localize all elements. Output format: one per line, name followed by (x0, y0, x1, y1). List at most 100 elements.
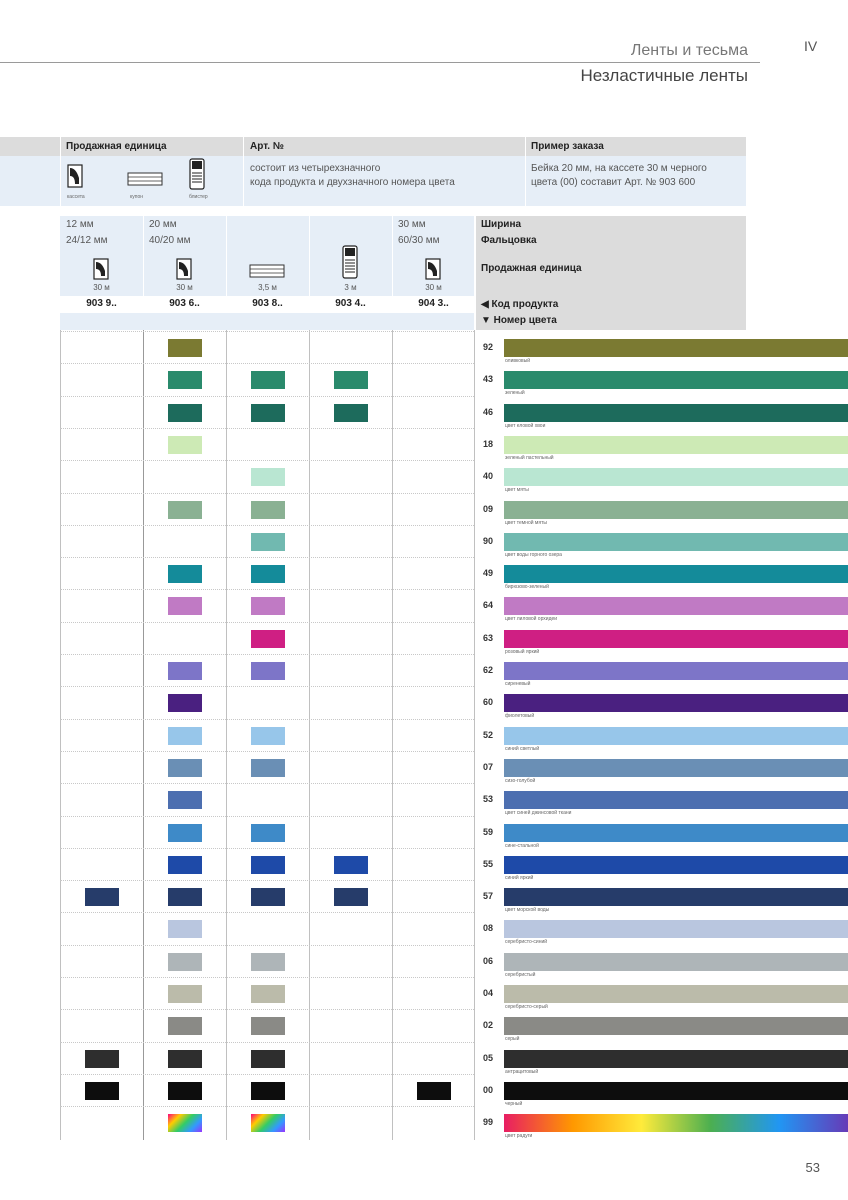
color-name: бирюзово-зеленый (505, 584, 549, 590)
color-number: 92 (483, 342, 494, 352)
color-swatch (251, 1017, 285, 1035)
color-swatch (168, 597, 202, 615)
color-number: 40 (483, 471, 494, 481)
color-bar (504, 533, 848, 551)
color-number: 09 (483, 504, 494, 514)
color-name: сиреневый (505, 681, 531, 687)
row-separator (60, 880, 474, 881)
color-number: 52 (483, 730, 494, 740)
color-swatch (85, 1082, 119, 1100)
row-separator (60, 1074, 474, 1075)
grid-line (474, 330, 475, 1140)
row-separator (60, 493, 474, 494)
legend-width: Ширина (481, 219, 522, 230)
color-swatch (334, 371, 368, 389)
color-name: цвет морской воды (505, 907, 550, 913)
color-bar (504, 920, 848, 938)
color-bar (504, 371, 848, 389)
cassette-icon (176, 258, 192, 280)
column-width: 30 мм (398, 219, 426, 230)
column-code: 903 9.. (86, 298, 117, 309)
color-bar (504, 404, 848, 422)
row-separator (60, 363, 474, 364)
color-name: синий светлый (505, 746, 540, 752)
cassette-label: кассета (67, 194, 85, 200)
coupon-icon (127, 172, 163, 186)
color-number: 57 (483, 891, 494, 901)
color-swatch (168, 565, 202, 583)
color-swatch (251, 759, 285, 777)
color-bar (504, 1114, 848, 1132)
color-swatch (168, 824, 202, 842)
column-code: 903 6.. (169, 298, 200, 309)
color-swatch (168, 404, 202, 422)
color-swatch (251, 662, 285, 680)
row-separator (60, 945, 474, 946)
color-bar (504, 630, 848, 648)
color-swatch (168, 436, 202, 454)
info-unit-heading: Продажная единица (66, 141, 167, 152)
cassette-icon (93, 258, 109, 280)
color-name: фиолетовый (505, 713, 535, 719)
section-subtitle: Незластичные ленты (580, 66, 748, 85)
color-swatch (168, 501, 202, 519)
color-swatch (168, 339, 202, 357)
legend-fold: Фальцовка (481, 235, 537, 246)
column-fold: 40/20 мм (149, 235, 191, 246)
row-separator (60, 460, 474, 461)
color-name: цвет воды горного озера (505, 552, 562, 558)
legend-color: ▼ Номер цвета (481, 315, 557, 326)
color-swatch (251, 371, 285, 389)
color-swatch (251, 630, 285, 648)
column-code: 904 3.. (418, 298, 449, 309)
row-separator (60, 848, 474, 849)
color-name: серебристо-синий (505, 939, 548, 945)
color-swatch (334, 404, 368, 422)
color-name: цвет синей джинсовой ткани (505, 810, 572, 816)
row-separator (60, 751, 474, 752)
column-unit: 3 м (344, 283, 357, 292)
info-art-text-1: состоит из четырехзначного (250, 163, 381, 174)
color-bar (504, 1082, 848, 1100)
row-separator (60, 686, 474, 687)
color-number: 02 (483, 1020, 494, 1030)
color-swatch (168, 694, 202, 712)
color-swatch (251, 565, 285, 583)
color-name: цвет еловой хвои (505, 423, 546, 429)
color-number: 55 (483, 859, 494, 869)
color-number: 99 (483, 1117, 494, 1127)
color-number: 00 (483, 1085, 494, 1095)
color-bar (504, 662, 848, 680)
row-separator (60, 428, 474, 429)
color-bar (504, 1017, 848, 1035)
color-number: 53 (483, 794, 494, 804)
color-bar (504, 953, 848, 971)
color-swatch (168, 371, 202, 389)
grid-line (309, 330, 310, 1140)
blister-icon (189, 158, 205, 190)
row-separator (60, 589, 474, 590)
color-swatch (251, 1082, 285, 1100)
color-swatch (168, 662, 202, 680)
column-code: 903 8.. (252, 298, 283, 309)
column-unit: 30 м (425, 283, 442, 292)
column-width: 20 мм (149, 219, 177, 230)
info-divider (525, 137, 526, 206)
color-swatch (251, 468, 285, 486)
color-name: зеленый (505, 390, 525, 396)
color-swatch (334, 888, 368, 906)
color-number: 05 (483, 1053, 494, 1063)
row-separator (60, 1106, 474, 1107)
color-number: 04 (483, 988, 494, 998)
color-swatch (168, 791, 202, 809)
color-name: цвет темной мяты (505, 520, 547, 526)
color-swatch (168, 1082, 202, 1100)
color-bar (504, 597, 848, 615)
color-swatch (168, 888, 202, 906)
color-name: оливковый (505, 358, 531, 364)
grid-line (60, 330, 61, 1140)
color-swatch (85, 888, 119, 906)
color-swatch (168, 759, 202, 777)
info-divider (60, 137, 61, 206)
color-swatch (251, 727, 285, 745)
